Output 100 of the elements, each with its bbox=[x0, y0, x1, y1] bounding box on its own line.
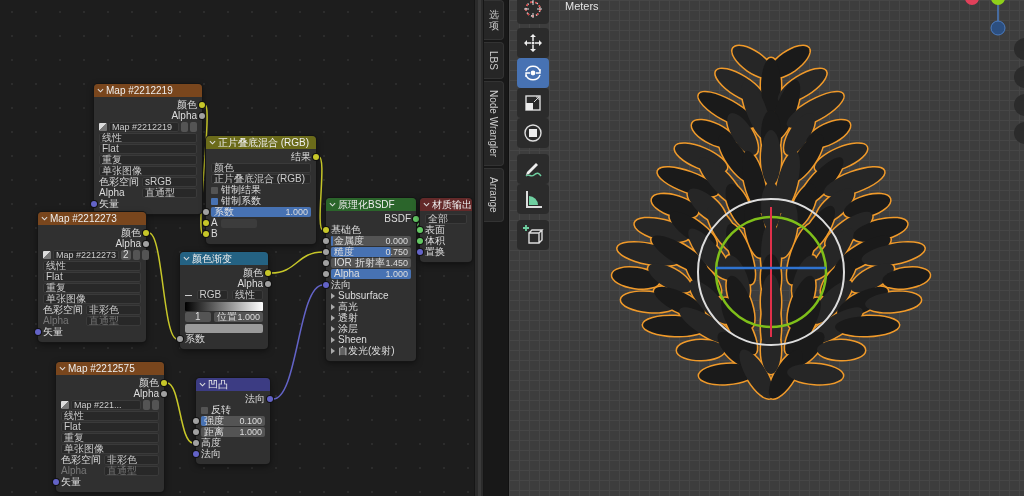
collapse-caret-icon[interactable] bbox=[41, 215, 48, 222]
transform-tool-button[interactable] bbox=[517, 118, 549, 148]
node-header[interactable]: Map #2212219 bbox=[94, 84, 202, 97]
add-cube-tool-button[interactable] bbox=[517, 220, 549, 250]
output-socket[interactable] bbox=[199, 113, 205, 119]
output-socket[interactable] bbox=[313, 154, 319, 160]
input-socket[interactable] bbox=[323, 260, 329, 266]
input-socket[interactable] bbox=[53, 479, 59, 485]
checkbox[interactable] bbox=[201, 406, 208, 414]
value-slider[interactable]: 金属度 0.000 bbox=[331, 236, 411, 246]
collapse-caret-icon[interactable] bbox=[423, 201, 430, 208]
dropdown-field[interactable]: sRGB bbox=[142, 177, 197, 187]
input-socket[interactable] bbox=[203, 220, 209, 226]
node-header[interactable]: 颜色渐变 bbox=[180, 252, 268, 265]
dropdown-field[interactable]: 正片叠底混合 (RGB) bbox=[211, 174, 311, 184]
image-name-field[interactable]: Map #221... bbox=[71, 400, 141, 410]
cursor-tool-button[interactable] bbox=[517, 0, 549, 24]
output-socket[interactable] bbox=[199, 102, 205, 108]
dropdown-field[interactable]: Flat bbox=[61, 422, 159, 432]
value-slider[interactable]: 系数 1.000 bbox=[211, 207, 311, 217]
annotate-tool-button[interactable] bbox=[517, 154, 549, 184]
dropdown-field[interactable]: 直通型 bbox=[142, 188, 197, 198]
value-slider[interactable]: Alpha 1.000 bbox=[331, 269, 411, 279]
color-ramp-gradient[interactable] bbox=[185, 301, 263, 311]
dropdown-field[interactable]: 重复 bbox=[99, 155, 197, 165]
input-socket[interactable] bbox=[323, 282, 329, 288]
input-socket[interactable] bbox=[323, 227, 329, 233]
sidebar-tab[interactable]: 选项 bbox=[484, 0, 504, 40]
input-socket[interactable] bbox=[35, 329, 41, 335]
input-socket[interactable] bbox=[193, 451, 199, 457]
position-field[interactable]: 位置1.000 bbox=[213, 312, 263, 322]
node-header[interactable]: Map #2212575 bbox=[56, 362, 164, 375]
node-link[interactable] bbox=[272, 284, 324, 400]
node-panel[interactable]: 材质输出 全部 表面 体积 置换 bbox=[420, 198, 472, 262]
input-socket[interactable] bbox=[323, 238, 329, 244]
collapse-caret-icon[interactable] bbox=[199, 381, 206, 388]
output-socket[interactable] bbox=[161, 391, 167, 397]
sidebar-tab[interactable]: LBS bbox=[484, 42, 504, 79]
input-socket[interactable] bbox=[417, 227, 423, 233]
measure-tool-button[interactable] bbox=[517, 184, 549, 214]
input-socket[interactable] bbox=[417, 249, 423, 255]
input-socket[interactable] bbox=[323, 249, 329, 255]
input-socket[interactable] bbox=[193, 418, 199, 424]
dropdown-field[interactable]: 颜色 bbox=[211, 163, 311, 173]
input-socket[interactable] bbox=[193, 429, 199, 435]
checkbox[interactable] bbox=[211, 197, 218, 205]
panel-label[interactable]: 涂层 bbox=[338, 324, 358, 334]
panel-label[interactable]: 自发光(发射) bbox=[338, 346, 395, 356]
node-panel[interactable]: Map #2212219 颜色 Alpha Map #2212219 线性 Flat 重复 单张图像 色彩空间 sRGB Alpha 直通型 矢量 bbox=[94, 84, 202, 214]
sidebar-tab[interactable]: Arrange bbox=[484, 168, 504, 222]
dropdown-field[interactable]: 单张图像 bbox=[61, 444, 159, 454]
user-count-button[interactable]: 2 bbox=[121, 250, 131, 260]
output-socket[interactable] bbox=[265, 281, 271, 287]
color-swatch[interactable] bbox=[185, 323, 263, 333]
dropdown-field[interactable]: 线性 bbox=[99, 133, 197, 143]
input-socket[interactable] bbox=[417, 238, 423, 244]
node-header[interactable]: Map #2212273 bbox=[38, 212, 146, 225]
input-socket[interactable] bbox=[203, 209, 209, 215]
node-panel[interactable]: 颜色渐变 颜色 Alpha RGB 线性 1 位置1.000 系数 bbox=[180, 252, 268, 349]
collapse-caret-icon[interactable] bbox=[183, 255, 190, 262]
collapse-caret-icon[interactable] bbox=[329, 201, 336, 208]
dropdown-field[interactable]: 非彩色 bbox=[104, 455, 159, 465]
dropdown-field[interactable]: Flat bbox=[43, 272, 141, 282]
stop-index-field[interactable]: 1 bbox=[185, 312, 211, 322]
output-socket[interactable] bbox=[143, 241, 149, 247]
number-field[interactable]: 距离 1.000 bbox=[201, 427, 265, 437]
dropdown-field[interactable]: 非彩色 bbox=[86, 305, 141, 315]
image-name-field[interactable]: Map #2212219 bbox=[109, 122, 179, 132]
dropdown-field[interactable]: 线性 bbox=[61, 411, 159, 421]
input-socket[interactable] bbox=[193, 440, 199, 446]
node-header[interactable]: 凹凸 bbox=[196, 378, 270, 391]
dropdown-field[interactable]: 重复 bbox=[61, 433, 159, 443]
node-header[interactable]: 材质输出 bbox=[420, 198, 472, 211]
output-socket[interactable] bbox=[143, 230, 149, 236]
node-link[interactable] bbox=[166, 382, 194, 444]
dropdown-field[interactable]: Flat bbox=[99, 144, 197, 154]
dropdown-field[interactable]: 单张图像 bbox=[43, 294, 141, 304]
output-socket[interactable] bbox=[265, 270, 271, 276]
color-swatch[interactable] bbox=[220, 218, 257, 228]
panel-label[interactable]: 透射 bbox=[338, 313, 358, 323]
input-socket[interactable] bbox=[91, 201, 97, 207]
node-header[interactable]: 原理化BSDF bbox=[326, 198, 416, 211]
output-socket[interactable] bbox=[161, 380, 167, 386]
panel-label[interactable]: 高光 bbox=[338, 302, 358, 312]
collapse-caret-icon[interactable] bbox=[209, 139, 216, 146]
output-socket[interactable] bbox=[413, 216, 419, 222]
rotate-gizmo-drawing[interactable] bbox=[697, 198, 845, 346]
move-tool-button[interactable] bbox=[517, 28, 549, 58]
node-link[interactable] bbox=[318, 156, 324, 231]
collapse-caret-icon[interactable] bbox=[97, 87, 104, 94]
dropdown-field[interactable]: 重复 bbox=[43, 283, 141, 293]
sidebar-tab[interactable]: Node Wrangler bbox=[484, 80, 504, 166]
dropdown-field[interactable]: 全部 bbox=[425, 214, 467, 224]
navigation-gizmo-icon[interactable] bbox=[965, 0, 1006, 36]
panel-label[interactable]: Subsurface bbox=[338, 291, 389, 301]
node-link[interactable] bbox=[270, 251, 324, 274]
dropdown-field[interactable]: 线性 bbox=[43, 261, 141, 271]
dropdown-field[interactable]: 单张图像 bbox=[99, 166, 197, 176]
node-link[interactable] bbox=[148, 232, 178, 340]
rotate-tool-button[interactable] bbox=[517, 58, 549, 88]
